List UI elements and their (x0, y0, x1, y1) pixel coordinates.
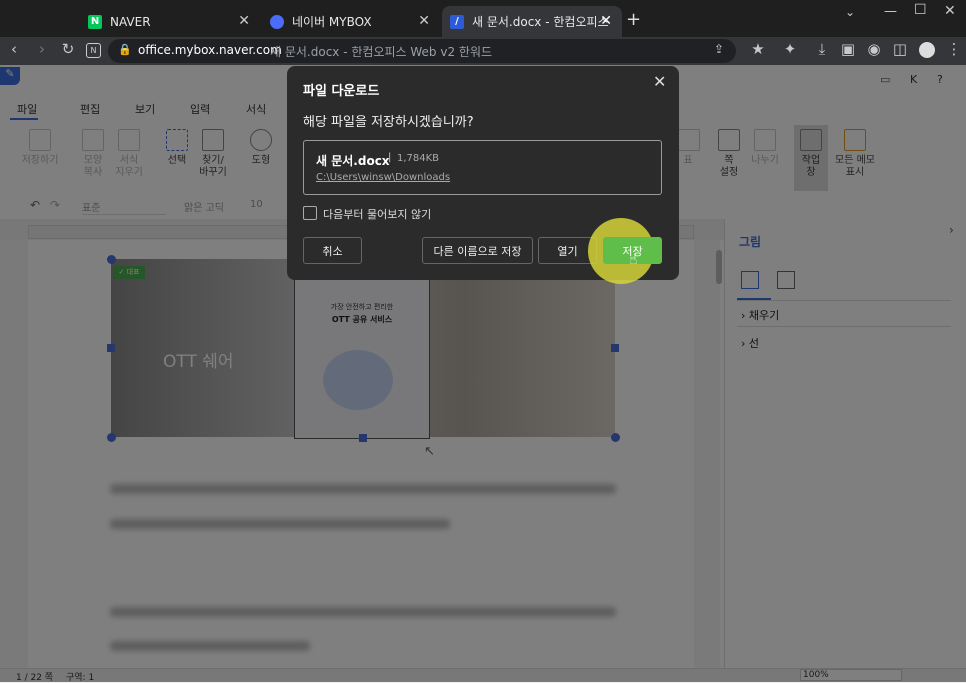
maximize-icon[interactable]: ☐ (914, 2, 927, 18)
forward-icon[interactable]: › (32, 40, 52, 58)
tab-mybox[interactable]: 네이버 MYBOX ✕ (262, 6, 440, 37)
tab-naver[interactable]: N NAVER ✕ (80, 6, 260, 37)
lock-icon: 🔒 (118, 43, 132, 56)
file-path-link[interactable]: C:\Users\winsw\Downloads (316, 172, 450, 183)
dialog-question: 해당 파일을 저장하시겠습니까? (303, 115, 474, 130)
hancom-favicon-icon: / (450, 14, 464, 29)
tab-label: NAVER (110, 14, 151, 29)
dialog-close-icon[interactable]: ✕ (653, 72, 666, 91)
mouse-pointer-icon: ↖ (424, 444, 435, 459)
download-icon[interactable]: ⤓ (812, 40, 832, 58)
close-tab-icon[interactable]: ✕ (600, 13, 612, 29)
download-dialog: 파일 다운로드 ✕ 해당 파일을 저장하시겠습니까? 새 문서.docx | 1… (287, 66, 679, 284)
media-icon[interactable]: ▣ (838, 40, 858, 58)
close-window-icon[interactable]: ✕ (944, 3, 956, 19)
tab-label: 새 문서.docx - 한컴오피스 W (472, 15, 612, 29)
sidebar-icon[interactable]: ◫ (890, 40, 910, 58)
mybox-favicon-icon (270, 14, 284, 29)
tab-search-icon[interactable]: ⌄ (845, 5, 855, 19)
file-name: 새 문서.docx (316, 154, 390, 168)
new-tab-icon[interactable]: + (626, 9, 641, 30)
checkbox-label: 다음부터 물어보지 않기 (323, 208, 432, 221)
url-title: 새 문서.docx - 한컴오피스 Web v2 한워드 (270, 45, 493, 59)
profile-avatar[interactable] (919, 42, 935, 58)
camera-icon[interactable]: ◉ (864, 40, 884, 58)
hand-cursor-icon: ☝ (629, 252, 638, 268)
url-domain: office.mybox.naver.com (138, 43, 282, 57)
menu-dots-icon[interactable]: ⋮ (944, 40, 964, 58)
naver-shortcut-icon[interactable]: N (86, 43, 101, 58)
close-tab-icon[interactable]: ✕ (238, 13, 250, 29)
save-as-button[interactable]: 다른 이름으로 저장 (422, 237, 533, 264)
cancel-button[interactable]: 취소 (303, 237, 362, 264)
close-tab-icon[interactable]: ✕ (418, 13, 430, 29)
omnibox[interactable]: 🔒 office.mybox.naver.com 새 문서.docx - 한컴오… (108, 39, 736, 63)
minimize-icon[interactable]: — (884, 4, 897, 19)
file-size: 1,784KB (397, 153, 440, 164)
back-icon[interactable]: ‹ (4, 40, 24, 58)
extensions-icon[interactable]: ✦ (780, 40, 800, 58)
share-icon[interactable]: ⇪ (714, 42, 724, 56)
naver-favicon-icon: N (88, 14, 102, 29)
dont-ask-checkbox[interactable] (303, 206, 317, 220)
bookmark-star-icon[interactable]: ★ (748, 40, 768, 58)
tab-document[interactable]: / 새 문서.docx - 한컴오피스 W ✕ (442, 6, 622, 37)
tab-label: 네이버 MYBOX (292, 15, 372, 29)
reload-icon[interactable]: ↻ (58, 40, 78, 58)
dialog-title: 파일 다운로드 (303, 84, 380, 99)
separator: | (388, 152, 392, 163)
file-info-box: 새 문서.docx | 1,784KB C:\Users\winsw\Downl… (303, 140, 662, 195)
browser-tab-bar: N NAVER ✕ 네이버 MYBOX ✕ / 새 문서.docx - 한컴오피… (0, 0, 966, 37)
